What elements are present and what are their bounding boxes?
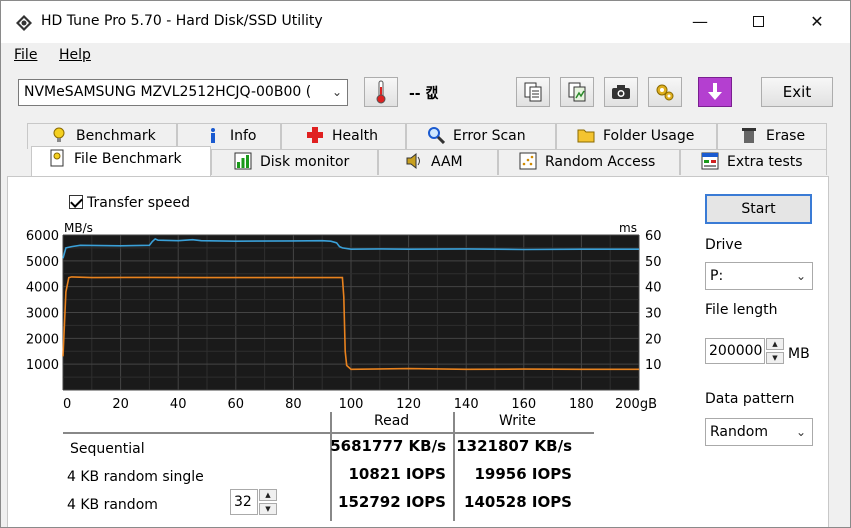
tab-file-benchmark[interactable]: File Benchmark [31, 146, 211, 176]
tab-extra-tests[interactable]: Extra tests [680, 149, 827, 175]
data-pattern-dropdown[interactable]: Random ⌄ [705, 418, 813, 446]
file-length-input[interactable]: 200000 [705, 338, 765, 364]
speaker-icon [406, 152, 420, 169]
random-queued-label: 4 KB random [67, 497, 158, 513]
transfer-speed-checkbox[interactable]: Transfer speed [69, 194, 191, 211]
random-queued-read-value: 152792 IOPS [338, 493, 446, 511]
copy-image-icon [568, 82, 586, 102]
temperature-readout: -- 캢 [409, 86, 439, 102]
queue-depth-input[interactable]: 32 [230, 489, 258, 515]
file-length-label: File length [705, 302, 778, 318]
info-icon [211, 127, 215, 143]
checkbox-checked-icon [69, 194, 83, 209]
magnifier-icon [428, 126, 445, 144]
spin-down-icon[interactable]: ▼ [766, 352, 784, 364]
drive-letter-dropdown[interactable]: P: ⌄ [705, 262, 813, 290]
menu-bar: File Help [1, 43, 850, 69]
minimize-button[interactable]: — [671, 1, 729, 43]
write-column-header: Write [499, 413, 536, 429]
app-window: HD Tune Pro 5.70 - Hard Disk/SSD Utility… [0, 0, 851, 528]
drive-label: Drive [705, 237, 743, 253]
menu-file[interactable]: File [14, 47, 37, 63]
random-single-label: 4 KB random single [67, 469, 204, 485]
tab-label: Extra tests [727, 154, 803, 170]
chevron-down-icon: ⌄ [331, 85, 342, 99]
maximize-icon [752, 15, 764, 27]
copy-screenshot-button[interactable] [560, 77, 594, 107]
drive-dropdown[interactable]: NVMeSAMSUNG MZVL2512HCJQ-00B00 ( ⌄ [18, 79, 348, 106]
read-column-header: Read [374, 413, 410, 429]
start-button[interactable]: Start [705, 194, 812, 224]
trash-icon [742, 127, 756, 143]
tab-aam[interactable]: AAM [378, 149, 498, 175]
save-button[interactable] [698, 77, 732, 107]
tab-disk-monitor[interactable]: Disk monitor [211, 149, 378, 175]
temperature-button[interactable] [364, 77, 398, 107]
menu-help-label: Help [59, 47, 91, 63]
health-cross-icon [307, 126, 323, 143]
exit-button[interactable]: Exit [761, 77, 833, 107]
gears-icon [656, 84, 674, 101]
chevron-down-icon: ⌄ [795, 269, 806, 283]
tab-label: Info [230, 128, 257, 144]
title-bar: HD Tune Pro 5.70 - Hard Disk/SSD Utility… [1, 1, 850, 43]
tab-random-access[interactable]: Random Access [498, 149, 680, 175]
sequential-label: Sequential [70, 441, 145, 457]
toolbar: NVMeSAMSUNG MZVL2512HCJQ-00B00 ( ⌄ -- 캢 [1, 69, 850, 117]
extra-tests-icon [701, 152, 719, 169]
copy-info-button[interactable] [516, 77, 550, 107]
tab-label: Benchmark [76, 128, 156, 144]
sequential-read-value: 5681777 KB/s [330, 437, 446, 455]
lightbulb-icon [53, 127, 65, 142]
spin-up-icon[interactable]: ▲ [259, 489, 277, 501]
camera-icon [612, 85, 630, 99]
tab-label: Folder Usage [603, 128, 695, 144]
copy-icon [524, 82, 542, 102]
random-queued-write-value: 140528 IOPS [464, 493, 572, 511]
queue-depth-spinner[interactable]: ▲ ▼ [259, 489, 277, 515]
data-pattern-label: Data pattern [705, 391, 795, 407]
tab-error-scan[interactable]: Error Scan [406, 123, 556, 149]
sequential-write-value: 1321807 KB/s [456, 437, 572, 455]
thermometer-icon [376, 80, 386, 104]
close-button[interactable]: ✕ [788, 1, 846, 43]
tab-erase[interactable]: Erase [717, 123, 827, 149]
random-single-write-value: 19956 IOPS [474, 465, 572, 483]
options-button[interactable] [648, 77, 682, 107]
window-title: HD Tune Pro 5.70 - Hard Disk/SSD Utility [41, 13, 323, 29]
tab-health[interactable]: Health [281, 123, 406, 149]
app-diamond-icon [16, 15, 32, 31]
tab-folder-usage[interactable]: Folder Usage [556, 123, 717, 149]
menu-help[interactable]: Help [59, 47, 91, 63]
disk-monitor-icon [234, 152, 252, 169]
tab-label: Random Access [545, 154, 656, 170]
maximize-button[interactable] [729, 1, 787, 43]
folder-icon [577, 129, 595, 142]
tab-label: Erase [766, 128, 806, 144]
tab-label: Health [332, 128, 378, 144]
spin-down-icon[interactable]: ▼ [259, 503, 277, 515]
data-pattern-value: Random [710, 424, 768, 440]
random-access-icon [519, 152, 537, 169]
file-benchmark-icon [50, 149, 64, 166]
random-single-read-value: 10821 IOPS [348, 465, 446, 483]
tab-label: AAM [431, 154, 463, 170]
screenshot-button[interactable] [604, 77, 638, 107]
drive-dropdown-value: NVMeSAMSUNG MZVL2512HCJQ-00B00 ( [24, 84, 312, 100]
tab-label: File Benchmark [74, 151, 182, 167]
file-length-unit: MB [788, 346, 810, 362]
menu-file-label: File [14, 47, 38, 63]
drive-letter-value: P: [710, 268, 724, 284]
tab-label: Disk monitor [260, 154, 350, 170]
file-length-spinner[interactable]: ▲ ▼ [766, 338, 784, 364]
download-arrow-icon [708, 83, 722, 100]
transfer-speed-label: Transfer speed [87, 195, 191, 211]
tab-label: Error Scan [453, 128, 526, 144]
spin-up-icon[interactable]: ▲ [766, 338, 784, 350]
chevron-down-icon: ⌄ [795, 425, 806, 439]
